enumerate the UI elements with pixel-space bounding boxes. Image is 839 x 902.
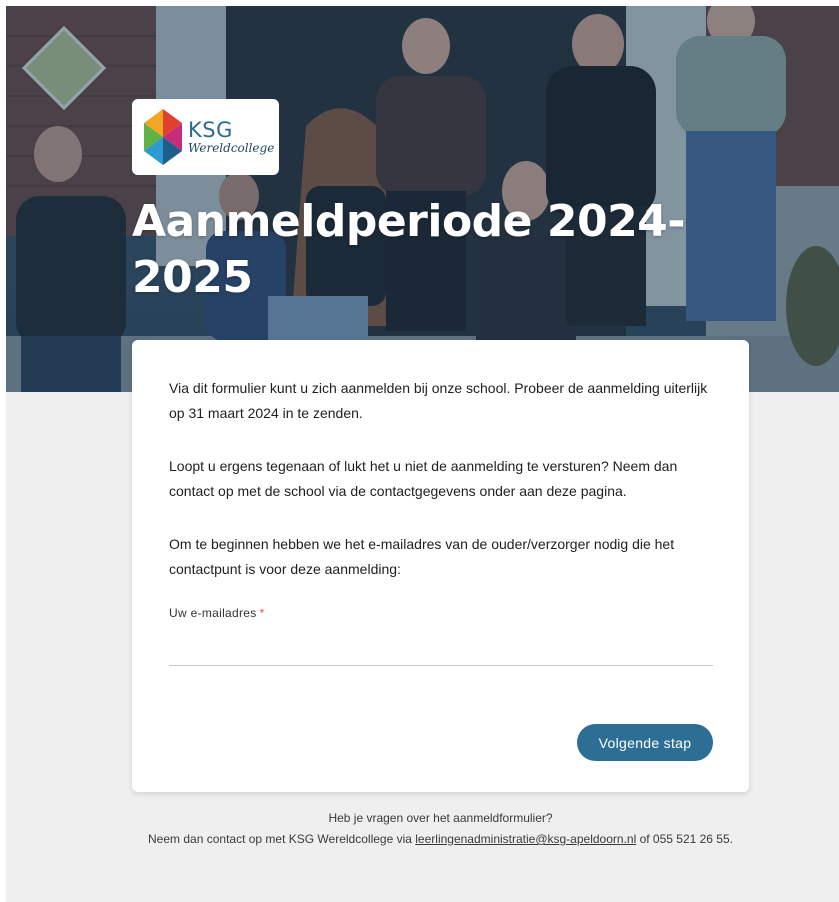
email-label: Uw e-mailadres * <box>169 606 265 620</box>
footer-contact: Neem dan contact op met KSG Wereldcolleg… <box>132 829 749 850</box>
contact-email-link[interactable]: leerlingenadministratie@ksg-apeldoorn.nl <box>415 832 636 846</box>
next-step-button[interactable]: Volgende stap <box>577 724 713 761</box>
email-field[interactable] <box>169 632 713 666</box>
logo-subtitle: Wereldcollege <box>188 141 275 155</box>
hero-banner: KSG Wereldcollege Aanmeldperiode 2024-20… <box>6 6 839 392</box>
required-mark: * <box>259 606 265 620</box>
diamond-logo-icon <box>144 109 182 165</box>
footer: Heb je vragen over het aanmeldformulier?… <box>132 808 749 850</box>
intro-text-1: Via dit formulier kunt u zich aanmelden … <box>169 380 708 421</box>
page: KSG Wereldcollege Aanmeldperiode 2024-20… <box>6 6 839 902</box>
footer-contact-suffix: of 055 521 26 55. <box>636 832 733 846</box>
footer-question: Heb je vragen over het aanmeldformulier? <box>328 811 553 825</box>
logo-name: KSG <box>188 118 233 142</box>
school-logo: KSG Wereldcollege <box>132 99 279 175</box>
intro-text-3: Om te beginnen hebben we het e-mailadres… <box>169 536 675 577</box>
intro-text-2: Loopt u ergens tegenaan of lukt het u ni… <box>169 458 678 499</box>
page-title: Aanmeldperiode 2024-2025 <box>132 196 686 303</box>
email-label-text: Uw e-mailadres <box>169 606 257 620</box>
form-card: Via dit formulier kunt u zich aanmelden … <box>132 340 749 792</box>
footer-contact-prefix: Neem dan contact op met KSG Wereldcolleg… <box>148 832 416 846</box>
